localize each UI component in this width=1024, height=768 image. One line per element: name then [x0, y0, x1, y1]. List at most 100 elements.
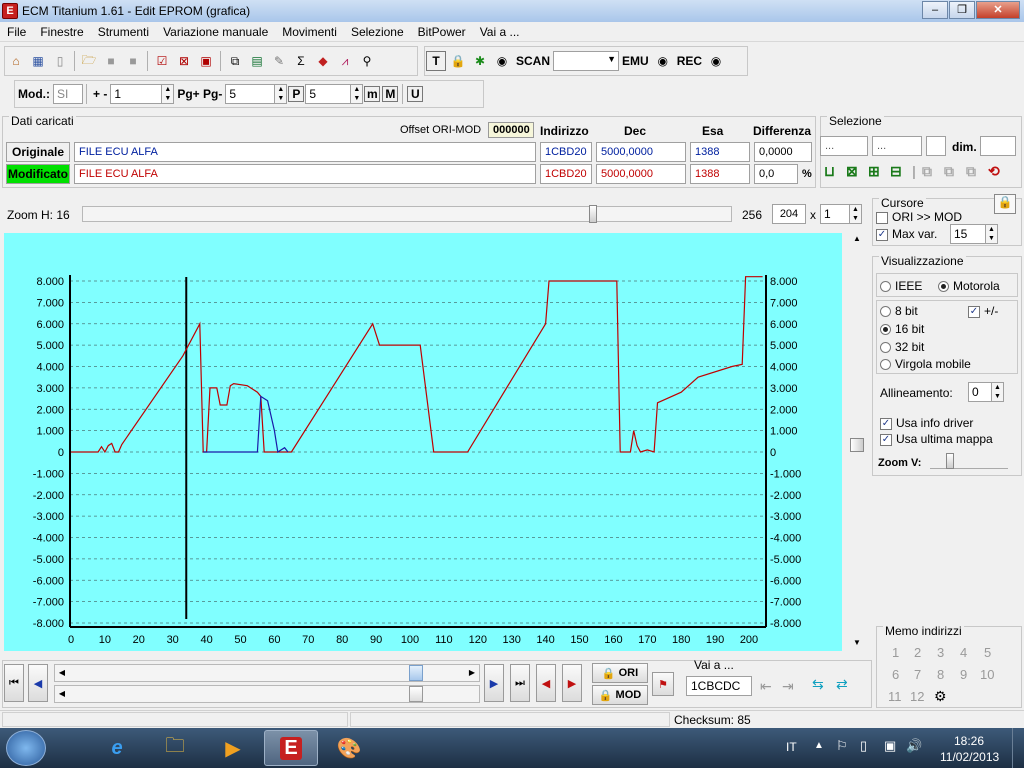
m-large-icon[interactable]: M: [382, 86, 399, 102]
zoom-value-2[interactable]: 204: [772, 204, 806, 224]
next-diff-icon[interactable]: ▶: [562, 664, 582, 702]
explorer-folder-icon[interactable]: 🗀: [148, 730, 202, 766]
radio-icon[interactable]: [880, 281, 891, 293]
zoom-multiplier-input[interactable]: [820, 204, 850, 224]
memo-item-7[interactable]: 7: [914, 667, 921, 682]
usa-info-checkbox[interactable]: ✓ Usa info driver: [880, 416, 973, 430]
clock-date[interactable]: 11/02/2013: [940, 750, 999, 764]
memo-item-9[interactable]: 9: [960, 667, 967, 682]
sum-icon[interactable]: Σ: [291, 51, 311, 71]
calculator-icon[interactable]: ▤: [247, 51, 267, 71]
run-icon[interactable]: ✱: [470, 51, 490, 71]
8bit-radio[interactable]: 8 bit: [880, 304, 918, 318]
menu-variazione-manuale[interactable]: Variazione manuale: [156, 25, 275, 39]
memo-item-6[interactable]: 6: [892, 667, 899, 682]
step-stepper[interactable]: ▲▼: [110, 84, 175, 104]
text-icon[interactable]: T: [426, 51, 446, 71]
next-icon[interactable]: ▶: [484, 664, 504, 702]
mod-field[interactable]: [53, 84, 83, 104]
swap-right-icon[interactable]: ⇄: [836, 676, 848, 693]
memo-item-12[interactable]: 12: [910, 689, 924, 704]
binoculars-icon[interactable]: ⚲: [357, 51, 377, 71]
plusminus-checkbox[interactable]: ✓ +/-: [968, 304, 998, 318]
checkbox-checked-icon[interactable]: ✓: [876, 228, 888, 241]
grid-icon[interactable]: ▦: [28, 51, 48, 71]
scroll-thumb[interactable]: [850, 438, 864, 452]
save-as-icon[interactable]: ■: [123, 51, 143, 71]
minimize-icon[interactable]: –: [922, 1, 948, 19]
ori-mod-checkbox[interactable]: ORI >> MOD: [876, 210, 962, 224]
selezione-small-field[interactable]: [926, 136, 946, 156]
spin-arrows[interactable]: ▲ ▼: [992, 382, 1004, 402]
media-player-icon[interactable]: ▶: [206, 730, 260, 766]
p-icon[interactable]: P: [288, 86, 305, 102]
scroll-thumb[interactable]: [409, 665, 423, 681]
copy-sel-icon[interactable]: ⧉: [922, 163, 942, 180]
step-input[interactable]: [110, 84, 163, 104]
ori-button[interactable]: 🔒 ORI: [592, 663, 648, 683]
radio-icon[interactable]: [880, 359, 891, 371]
spin-arrows[interactable]: ▲ ▼: [275, 84, 288, 104]
checklist-icon[interactable]: ☑: [152, 51, 172, 71]
reset-sel-icon[interactable]: ⟲: [988, 163, 1008, 180]
menu-selezione[interactable]: Selezione: [344, 25, 411, 39]
max-var-input[interactable]: [950, 224, 986, 244]
start-button[interactable]: [6, 730, 46, 766]
usa-ultima-checkbox[interactable]: ✓ Usa ultima mappa: [880, 432, 993, 446]
scan-select[interactable]: ▼: [553, 51, 620, 71]
menu-movimenti[interactable]: Movimenti: [275, 25, 344, 39]
open-folder-icon[interactable]: 🗁: [79, 51, 99, 71]
page-input[interactable]: [225, 84, 276, 104]
emu-button-icon[interactable]: ◉: [653, 51, 673, 71]
32bit-radio[interactable]: 32 bit: [880, 340, 924, 354]
goto-start-icon[interactable]: ⇤: [760, 678, 772, 695]
paint-icon[interactable]: 🎨: [322, 730, 376, 766]
virgola-radio[interactable]: Virgola mobile: [880, 357, 971, 371]
memo-settings-icon[interactable]: ⚙: [934, 688, 947, 705]
originale-dec[interactable]: 5000,0000: [596, 142, 686, 162]
scroll-thumb[interactable]: [409, 686, 423, 702]
language-indicator[interactable]: IT: [786, 740, 797, 754]
rec-button-icon[interactable]: ◉: [706, 51, 726, 71]
counter-icon[interactable]: ▣: [196, 51, 216, 71]
memo-item-8[interactable]: 8: [937, 667, 944, 682]
copy-icon[interactable]: ⧉: [225, 51, 245, 71]
checkbox-icon[interactable]: [876, 211, 888, 224]
memo-item-1[interactable]: 1: [892, 645, 899, 660]
scroll-up-icon[interactable]: ▲: [848, 234, 866, 250]
volume-icon[interactable]: 🔊: [906, 738, 922, 754]
allineamento-stepper[interactable]: ▲▼: [968, 382, 1004, 402]
originale-indirizzo[interactable]: 1CBD20: [540, 142, 592, 162]
zoom-multiplier-stepper[interactable]: ▲▼: [820, 204, 862, 224]
slider-thumb[interactable]: [946, 453, 954, 469]
action-center-icon[interactable]: ⚐: [836, 738, 848, 754]
selezione-end-field[interactable]: ...: [872, 136, 922, 156]
selezione-start-field[interactable]: ...: [820, 136, 868, 156]
modificato-dec[interactable]: 5000,0000: [596, 164, 686, 184]
tray-arrow-icon[interactable]: ▲: [814, 740, 824, 751]
paste-sel-icon[interactable]: ⧉: [944, 163, 964, 180]
chart-area[interactable]: 8.000 8.000 7.000 7.000 6.000 6.000 5.000 5.000…: [4, 233, 842, 651]
lock-icon[interactable]: 🔒: [448, 51, 468, 71]
menu-finestre[interactable]: Finestre: [33, 25, 90, 39]
goto-end-icon[interactable]: ⇥: [782, 678, 794, 695]
radio-selected-icon[interactable]: [938, 281, 949, 293]
spin-arrows[interactable]: ▲ ▼: [351, 84, 364, 104]
modificato-indirizzo[interactable]: 1CBD20: [540, 164, 592, 184]
menu-strumenti[interactable]: Strumenti: [91, 25, 156, 39]
menu-file[interactable]: File: [0, 25, 33, 39]
swap-left-icon[interactable]: ⇆: [812, 676, 824, 693]
select-start-icon[interactable]: ⊔: [824, 163, 844, 180]
radio-selected-icon[interactable]: [880, 324, 891, 336]
spin-arrows[interactable]: ▲ ▼: [162, 84, 175, 104]
first-icon[interactable]: ⏮: [4, 664, 24, 702]
clear-sel-icon[interactable]: ⧉: [966, 163, 986, 180]
ecm-titanium-task-icon[interactable]: E: [264, 730, 318, 766]
modificato-differenza[interactable]: 0,0: [754, 164, 798, 184]
checkbox-checked-icon[interactable]: ✓: [968, 305, 980, 318]
maximize-icon[interactable]: ❐: [949, 1, 975, 19]
p-stepper[interactable]: ▲▼: [305, 84, 364, 104]
memo-item-2[interactable]: 2: [914, 645, 921, 660]
home-icon[interactable]: ⌂: [6, 51, 26, 71]
spin-arrows[interactable]: ▲ ▼: [986, 224, 998, 244]
